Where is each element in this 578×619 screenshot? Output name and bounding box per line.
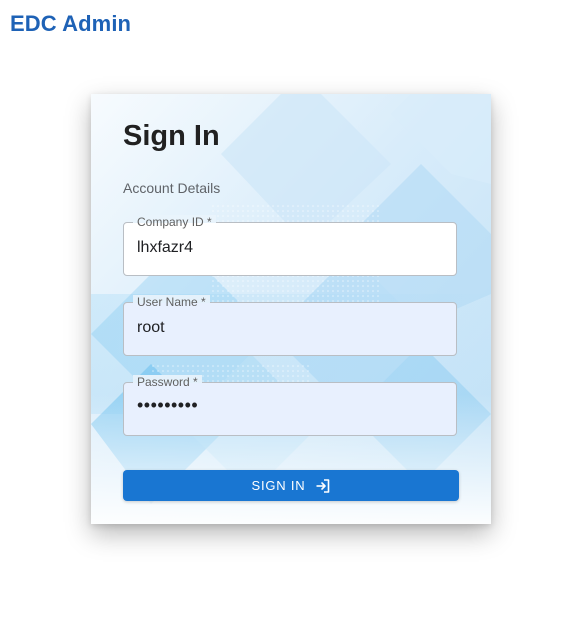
sign-in-button-label: SIGN IN xyxy=(251,478,306,493)
user-name-label: User Name * xyxy=(133,295,210,309)
password-value[interactable]: ••••••••• xyxy=(137,395,198,416)
account-details-label: Account Details xyxy=(123,180,221,196)
user-name-field[interactable]: User Name * root xyxy=(123,295,457,356)
company-id-label: Company ID * xyxy=(133,215,216,229)
password-label: Password * xyxy=(133,375,202,389)
password-field[interactable]: Password * ••••••••• xyxy=(123,375,457,436)
sign-in-button[interactable]: SIGN IN xyxy=(123,470,459,501)
user-name-value[interactable]: root xyxy=(137,319,165,337)
company-id-value[interactable]: lhxfazr4 xyxy=(137,239,193,257)
sign-in-card: Sign In Account Details Company ID * lhx… xyxy=(91,94,491,524)
company-id-field[interactable]: Company ID * lhxfazr4 xyxy=(123,215,457,276)
sign-in-title: Sign In xyxy=(123,120,220,152)
app-title: EDC Admin xyxy=(10,11,132,36)
login-icon xyxy=(315,478,331,494)
